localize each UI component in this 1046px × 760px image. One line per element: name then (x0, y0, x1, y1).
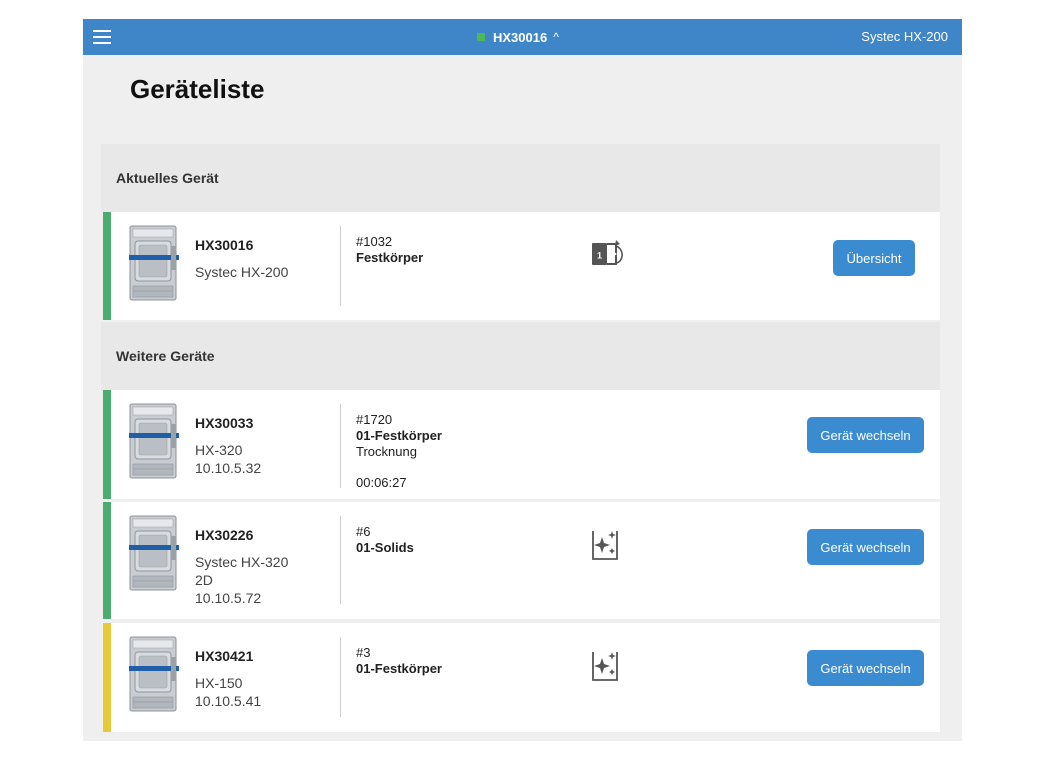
switch-device-button[interactable]: Gerät wechseln (807, 529, 924, 565)
row-divider (340, 404, 341, 488)
autoclave-image (127, 514, 181, 594)
device-model-label: Systec HX-200 (861, 29, 948, 44)
device-ip: 10.10.5.72 (195, 590, 262, 606)
clean-sparkle-icon (592, 652, 618, 681)
switch-device-button[interactable]: Gerät wechseln (807, 650, 924, 686)
current-device-selector[interactable]: HX30016 ^ (477, 19, 559, 55)
program-name: 01-Festkörper (356, 428, 442, 443)
status-indicator-icon (477, 33, 485, 41)
chevron-up-icon: ^ (553, 30, 559, 44)
hamburger-menu-icon[interactable] (93, 30, 111, 44)
top-bar: HX30016 ^ Systec HX-200 (83, 19, 962, 55)
section-header-current: Aktuelles Gerät (101, 144, 940, 212)
section-header-other: Weitere Geräte (101, 322, 940, 390)
autoclave-image (127, 224, 181, 304)
autoclave-image (127, 635, 181, 715)
device-id: HX30226 (195, 527, 254, 543)
overview-button[interactable]: Übersicht (833, 240, 915, 276)
autoclave-image (127, 402, 181, 482)
current-device-label: HX30016 (493, 29, 548, 45)
device-id: HX30033 (195, 415, 254, 431)
program-elapsed-time: 00:06:27 (356, 475, 407, 490)
program-number: #3 (356, 645, 371, 660)
program-one-cycle-icon: 1 (592, 240, 623, 265)
row-divider (340, 637, 341, 717)
device-row-current: HX30016 Systec HX-200 #1032 Festkörper 1… (103, 212, 940, 320)
device-row: HX30033 HX-320 10.10.5.32 #1720 01-Festk… (103, 390, 940, 499)
device-model: Systec HX-200 (195, 264, 289, 280)
program-name: 01-Solids (356, 540, 414, 555)
program-phase: Trocknung (356, 444, 417, 459)
device-model: HX-150 (195, 675, 243, 691)
device-model: HX-320 (195, 442, 243, 458)
program-number: #1720 (356, 412, 393, 427)
device-row: HX30226 Systec HX-320 2D 10.10.5.72 #6 0… (103, 502, 940, 619)
device-id: HX30016 (195, 237, 254, 253)
row-divider (340, 226, 341, 306)
clean-sparkle-icon (592, 531, 618, 560)
switch-device-button[interactable]: Gerät wechseln (807, 417, 924, 453)
program-number: #6 (356, 524, 371, 539)
page-title: Geräteliste (130, 74, 265, 104)
row-divider (340, 516, 341, 604)
program-name: Festkörper (356, 250, 424, 265)
device-ip: 10.10.5.41 (195, 693, 262, 709)
device-variant: 2D (195, 572, 213, 588)
device-id: HX30421 (195, 648, 254, 664)
app-window: HX30016 ^ Systec HX-200 Geräteliste Aktu… (83, 19, 962, 741)
program-number: #1032 (356, 234, 393, 249)
device-model: Systec HX-320 (195, 554, 289, 570)
device-ip: 10.10.5.32 (195, 460, 262, 476)
device-row: HX30421 HX-150 10.10.5.41 #3 01-Festkörp… (103, 623, 940, 732)
svg-text:1: 1 (597, 251, 602, 261)
program-name: 01-Festkörper (356, 661, 442, 676)
